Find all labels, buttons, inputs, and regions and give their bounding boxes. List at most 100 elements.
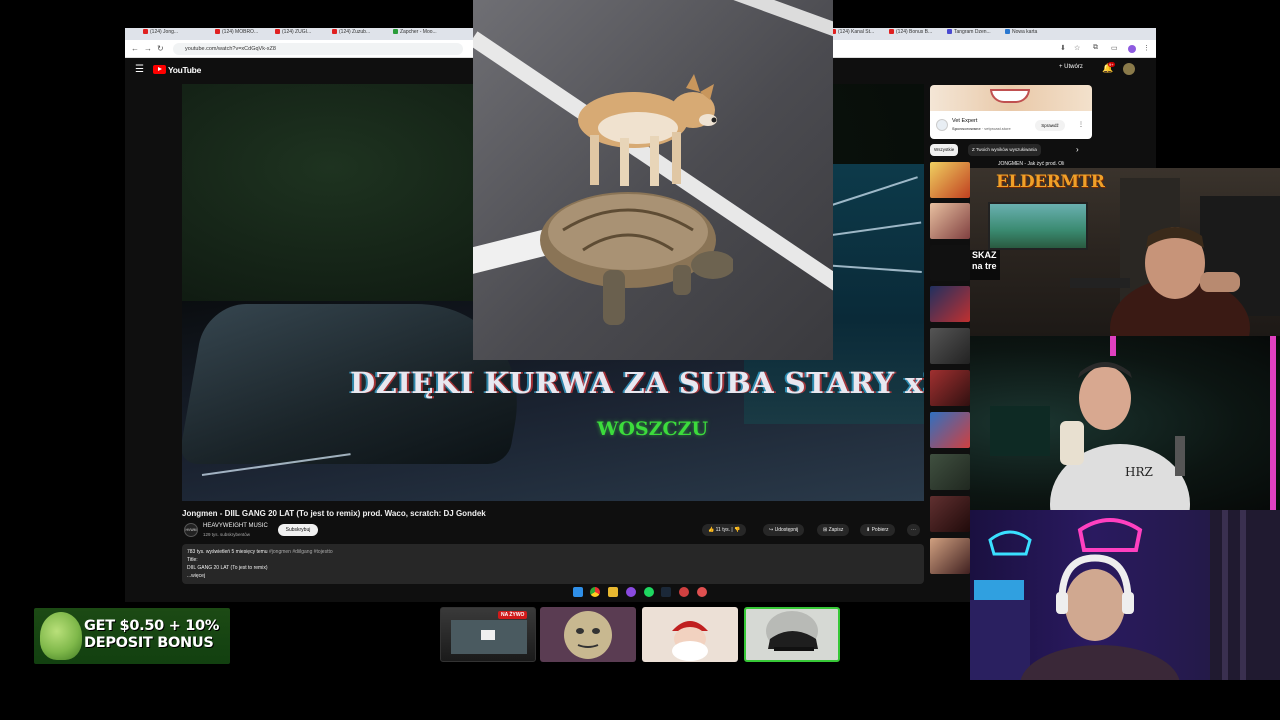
- webcam-streamer-1: ELDERMTR SKAZ na tre: [970, 168, 1280, 336]
- face-sticker-image: [564, 611, 612, 659]
- recommended-thumbnail[interactable]: [930, 245, 970, 281]
- profile-icon[interactable]: [1128, 45, 1136, 53]
- browser-tab[interactable]: Zapcher - Moo...: [393, 29, 438, 39]
- bookmark-star-icon[interactable]: ☆: [1074, 44, 1080, 52]
- recommended-thumbnail[interactable]: [930, 538, 970, 574]
- recommended-video-title[interactable]: JONGMEN - Jak żyć prod. Oli: [998, 161, 1064, 167]
- create-label: Utwórz: [1064, 64, 1083, 70]
- browser-tab[interactable]: (124) MOBRO...: [215, 29, 260, 39]
- recommended-thumbnail[interactable]: [930, 412, 970, 448]
- dog-image: [578, 74, 717, 186]
- ad-banner-image[interactable]: [930, 85, 1092, 111]
- description-line: DIIL GANG 20 LAT (To jest to remix): [187, 565, 268, 571]
- hashtags[interactable]: #jongmen #diilgang #tojestto: [269, 549, 333, 555]
- app-icon[interactable]: [697, 587, 707, 597]
- recommended-thumbnail[interactable]: [930, 203, 970, 239]
- live-badge: NA ŻYWO: [498, 611, 528, 619]
- ad-domain: vetproast.store: [984, 126, 1011, 131]
- ad-meta: Sponsorowane · vetproast.store: [952, 126, 1011, 131]
- like-button[interactable]: 👍 11 tys. | 👎: [702, 524, 747, 536]
- recommended-thumbnail[interactable]: [930, 370, 970, 406]
- stream-thumbnail-selected[interactable]: [744, 607, 840, 662]
- reload-icon[interactable]: ↻: [157, 44, 164, 53]
- tab-label: (124) MOBRO...: [222, 29, 259, 35]
- notification-badge: 9+: [1108, 62, 1115, 67]
- streamer-2-figure: HRZ: [990, 336, 1276, 510]
- spotify-icon[interactable]: [644, 587, 654, 597]
- hamburger-menu-icon[interactable]: ☰: [135, 64, 144, 75]
- browser-tab[interactable]: (124) Jong...: [143, 29, 188, 39]
- url-field[interactable]: youtube.com/watch?v=xCdGqVk-xZ8: [173, 43, 463, 55]
- create-button[interactable]: + Utwórz: [1059, 64, 1083, 70]
- streamer-1-figure: [1070, 178, 1280, 336]
- app-icon[interactable]: [679, 587, 689, 597]
- advertiser-name: Vet Expert: [952, 118, 978, 124]
- stream-thumbnail[interactable]: [642, 607, 738, 662]
- share-label: Udostępnij: [774, 527, 799, 533]
- windows-start-icon[interactable]: [573, 587, 583, 597]
- thumbs-down-icon: | 👎: [729, 527, 741, 533]
- install-icon[interactable]: ⬇: [1060, 44, 1066, 52]
- forward-icon[interactable]: →: [144, 44, 152, 53]
- more-actions-button[interactable]: ⋯: [907, 524, 920, 536]
- youtube-play-icon: [153, 65, 166, 74]
- browser-tab[interactable]: Nowa karta: [1005, 29, 1050, 39]
- tab-favicon-icon: [143, 29, 148, 35]
- description-meta: 783 tys. wyświetleń 5 miesięcy temu #jon…: [187, 549, 333, 555]
- menu-icon[interactable]: ⋮: [1143, 44, 1150, 52]
- app-icon[interactable]: [626, 587, 636, 597]
- bonus-text: GET $0.50 + 10% DEPOSIT BONUS: [84, 618, 220, 651]
- download-button[interactable]: ⬇ Pobierz: [860, 524, 895, 536]
- tab-label: Tangram Dzen...: [954, 29, 991, 35]
- mascot-image: [40, 612, 82, 660]
- car-image: [766, 611, 818, 651]
- channel-name[interactable]: HEAVYWEIGHT MUSIC: [203, 523, 268, 529]
- deposit-bonus-banner[interactable]: GET $0.50 + 10% DEPOSIT BONUS: [34, 608, 230, 664]
- browser-tab[interactable]: (124) ZUGI...: [275, 29, 320, 39]
- back-icon[interactable]: ←: [131, 44, 139, 53]
- recommended-thumbnail[interactable]: [930, 162, 970, 198]
- browser-tab[interactable]: (124) Zuzub...: [332, 29, 377, 39]
- subscribe-button[interactable]: Subskrybuj: [278, 524, 318, 536]
- channel-avatar[interactable]: HVWM: [184, 523, 198, 537]
- share-button[interactable]: ↪ Udostępnij: [763, 524, 805, 536]
- extensions-icon[interactable]: ⧉: [1093, 44, 1098, 52]
- user-avatar[interactable]: [1123, 63, 1135, 75]
- tab-label: (124) Bonus B...: [896, 29, 933, 35]
- description-more-link[interactable]: ...więcej: [187, 573, 205, 579]
- tab-favicon-icon: [275, 29, 280, 35]
- description-line: Title:: [187, 557, 198, 563]
- ad-cta-button[interactable]: Sprawdź: [1035, 120, 1065, 131]
- tab-favicon-icon: [1005, 29, 1010, 35]
- recommended-thumbnail[interactable]: [930, 328, 970, 364]
- youtube-logo[interactable]: YouTube: [153, 64, 201, 75]
- ad-card[interactable]: [930, 111, 1092, 139]
- recommended-thumbnail[interactable]: [930, 454, 970, 490]
- thumbs-up-icon: 👍: [708, 527, 716, 533]
- sidepanel-icon[interactable]: ▭: [1111, 44, 1118, 52]
- browser-tab[interactable]: (124) Kanal St...: [831, 29, 876, 39]
- steam-icon[interactable]: [661, 587, 671, 597]
- file-explorer-icon[interactable]: [608, 587, 618, 597]
- browser-tab[interactable]: Tangram Dzen...: [947, 29, 992, 39]
- chip-from-search[interactable]: Z Twoich wyników wyszukiwania: [968, 144, 1041, 156]
- webcam-streamer-3: [970, 510, 1280, 680]
- browser-tab[interactable]: (124) Bonus B...: [889, 29, 934, 39]
- chrome-icon[interactable]: [590, 587, 600, 597]
- recommended-thumbnail[interactable]: [930, 286, 970, 322]
- download-label: Pobierz: [871, 527, 889, 533]
- smile-image: [990, 89, 1030, 103]
- tab-label: (124) ZUGI...: [282, 29, 312, 35]
- meme-clip-overlay: [473, 0, 833, 360]
- save-button[interactable]: ⊞ Zapisz: [817, 524, 850, 536]
- ad-more-icon[interactable]: ⋮: [1078, 121, 1084, 128]
- tab-favicon-icon: [889, 29, 894, 35]
- video-overlay-title: DZIĘKI KURWA ZA SUBA STARY x32: [350, 366, 924, 400]
- svg-text:HRZ: HRZ: [1125, 465, 1153, 479]
- webcam-streamer-2: HRZ: [970, 336, 1280, 510]
- chevron-right-icon[interactable]: ›: [1076, 145, 1079, 154]
- recommended-thumbnail[interactable]: [930, 496, 970, 532]
- chip-all[interactable]: Wszystkie: [930, 144, 959, 156]
- video-title: Jongmen - DIIL GANG 20 LAT (To jest to r…: [182, 509, 486, 518]
- stream-thumbnail[interactable]: [540, 607, 636, 662]
